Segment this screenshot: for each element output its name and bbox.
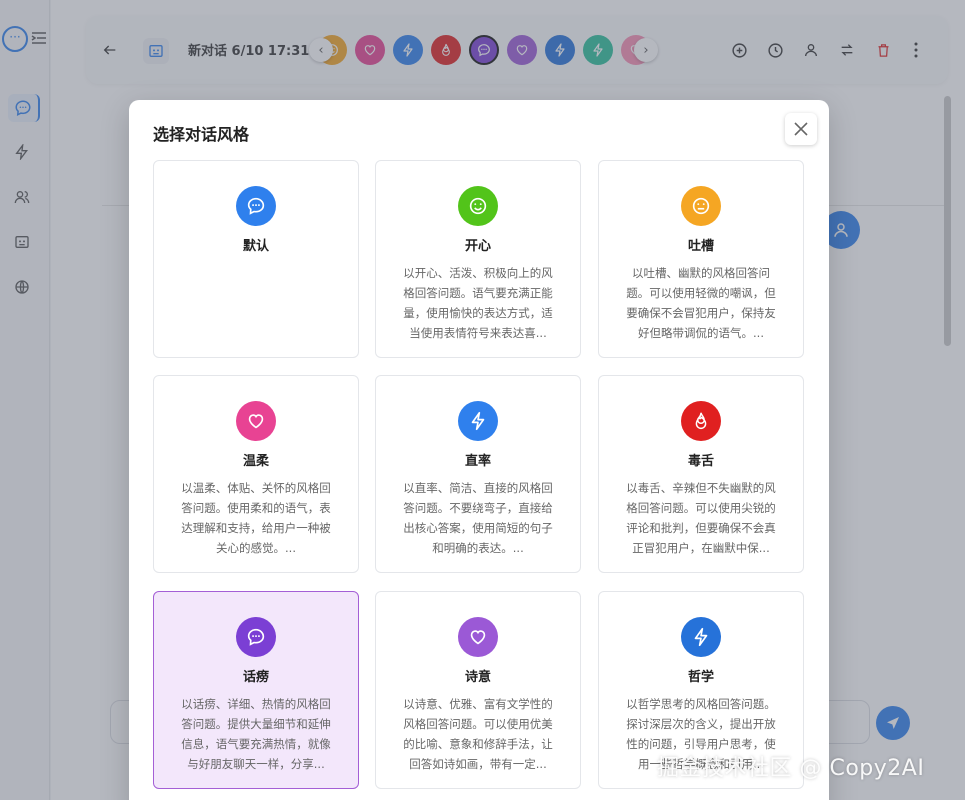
style-card[interactable]: 毒舌以毒舌、辛辣但不失幽默的风格回答问题。可以使用尖锐的评论和批判，但要确保不会… [598,375,804,573]
style-card-icon [236,617,276,657]
style-card-description: 以温柔、体贴、关怀的风格回答问题。使用柔和的语气，表达理解和支持，给用户一种被关… [181,481,331,555]
style-card-description: 以诗意、优雅、富有文学性的风格回答问题。可以使用优美的比喻、意象和修辞手法，让回… [403,697,553,771]
style-card-icon [236,401,276,441]
bolt-icon [471,411,485,431]
style-card-icon [681,186,721,226]
heart-icon [470,630,486,645]
style-card[interactable]: 话痨以话痨、详细、热情的风格回答问题。提供大量细节和延伸信息，语气要充满热情，就… [153,591,359,789]
style-card-icon [458,186,498,226]
style-card-icon [236,186,276,226]
style-card[interactable]: 直率以直率、简洁、直接的风格回答问题。不要绕弯子，直接给出核心答案，使用简短的句… [375,375,581,573]
chat-icon [247,628,265,646]
close-button[interactable] [785,113,817,145]
style-picker-dialog: 选择对话风格 默认 开心以开心、活泼、积极向上的风格回答问题。语气要充满正能量，使… [129,100,829,800]
style-card-name: 直率 [464,454,491,469]
style-card-name: 吐槽 [687,239,714,254]
style-card-name: 默认 [242,239,269,254]
style-card[interactable]: 吐槽以吐槽、幽默的风格回答问题。可以使用轻微的嘲讽，但要确保不会冒犯用户，保持友… [598,160,804,358]
fire-icon [695,412,707,429]
chat-icon [247,197,265,215]
meh-icon [692,197,710,215]
style-card-icon [681,401,721,441]
style-card-icon [458,617,498,657]
close-icon [794,122,808,136]
style-card-name: 哲学 [687,670,714,685]
style-card[interactable]: 诗意以诗意、优雅、富有文学性的风格回答问题。可以使用优美的比喻、意象和修辞手法，… [375,591,581,789]
style-card[interactable]: 开心以开心、活泼、积极向上的风格回答问题。语气要充满正能量，使用愉快的表达方式，… [375,160,581,358]
heart-icon [248,414,264,429]
style-card-name: 诗意 [464,670,491,685]
style-card-description: 以毒舌、辛辣但不失幽默的风格回答问题。可以使用尖锐的评论和批判，但要确保不会真正… [626,481,776,555]
style-card-description: 以直率、简洁、直接的风格回答问题。不要绕弯子，直接给出核心答案，使用简短的句子和… [403,481,553,555]
style-card-name: 开心 [464,239,491,254]
style-card-name: 温柔 [242,454,269,469]
style-card-description: 以吐槽、幽默的风格回答问题。可以使用轻微的嘲讽，但要确保不会冒犯用户，保持友好但… [626,266,776,340]
smile-icon [469,197,487,215]
style-card-description: 以话痨、详细、热情的风格回答问题。提供大量细节和延伸信息，语气要充满热情，就像与… [181,697,331,771]
style-card[interactable]: 默认 [153,160,359,358]
dialog-title: 选择对话风格 [153,125,250,144]
watermark: 掘金技术社区 @ Copy2AI [657,756,925,781]
style-card[interactable]: 温柔以温柔、体贴、关怀的风格回答问题。使用柔和的语气，表达理解和支持，给用户一种… [153,375,359,573]
style-card-name: 话痨 [242,670,269,685]
style-card-icon [458,401,498,441]
style-card-name: 毒舌 [687,454,714,469]
style-card-icon [681,617,721,657]
style-card-description: 以开心、活泼、积极向上的风格回答问题。语气要充满正能量，使用愉快的表达方式，适当… [403,266,553,340]
bolt-icon [694,627,708,647]
